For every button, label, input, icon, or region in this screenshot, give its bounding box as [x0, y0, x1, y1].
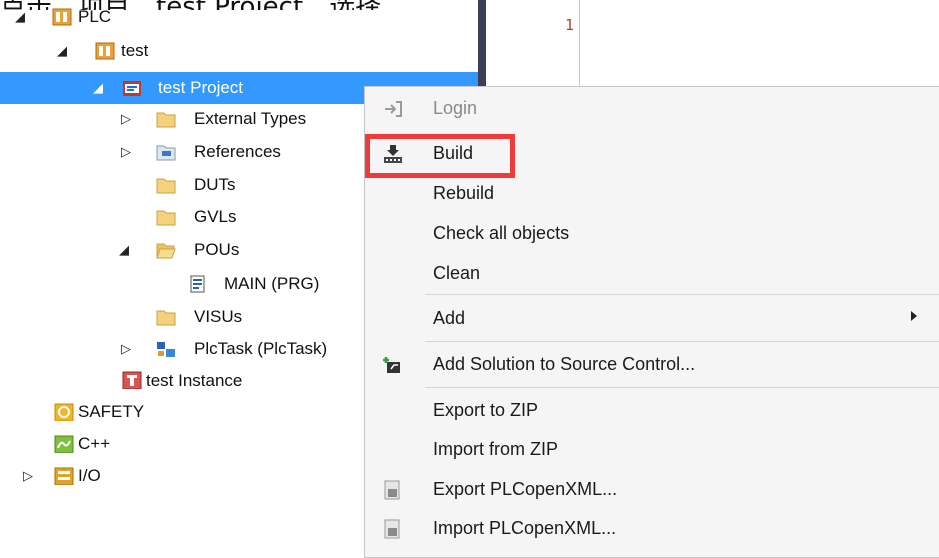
code-editor[interactable] [486, 0, 939, 100]
tree-item-label: test Instance [146, 371, 243, 390]
menu-item-add[interactable]: Add [365, 299, 939, 337]
tree-item-label: MAIN (PRG) [224, 274, 320, 293]
gutter-divider [579, 0, 580, 90]
tree-item-plc[interactable]: ◢ PLC [0, 2, 470, 32]
tree-item-label: DUTs [194, 175, 236, 194]
folder-icon [156, 210, 176, 226]
menu-item-label: Check all objects [433, 223, 570, 243]
menu-item-add-solution-source-control[interactable]: Add Solution to Source Control... [365, 345, 939, 383]
tree-item-label: SAFETY [78, 402, 145, 421]
menu-separator [425, 387, 939, 388]
folder-icon [156, 112, 176, 128]
menu-item-export-zip[interactable]: Export to ZIP [365, 391, 939, 429]
menu-item-label: Rebuild [433, 183, 495, 203]
expanded-arrow-icon[interactable]: ◢ [90, 80, 106, 96]
menu-item-label: Import from ZIP [433, 439, 559, 459]
tree-item-label: External Types [194, 109, 307, 128]
build-highlight-box [365, 134, 515, 178]
expanded-arrow-icon[interactable]: ◢ [116, 242, 132, 258]
menu-item-label: Export PLCopenXML... [433, 479, 618, 499]
tree-item-label: References [194, 142, 281, 161]
tree-item-label: PlcTask (PlcTask) [194, 339, 328, 358]
folder-icon [156, 178, 176, 194]
menu-item-import-plcopenxml[interactable]: Import PLCopenXML... [365, 509, 939, 547]
menu-item-login[interactable]: Login [365, 89, 939, 127]
menu-item-rebuild[interactable]: Rebuild [365, 174, 939, 212]
project-icon [123, 81, 141, 96]
line-number: 1 [565, 16, 575, 34]
menu-item-label: Add [433, 308, 466, 328]
references-icon [156, 145, 176, 161]
folder-icon [156, 310, 176, 326]
menu-item-label: Login [433, 98, 478, 118]
tree-item-label: test [121, 41, 149, 60]
tree-item-label: GVLs [194, 207, 237, 226]
source-control-icon [383, 357, 400, 373]
menu-separator [425, 341, 939, 342]
login-icon [385, 101, 402, 117]
menu-item-clean[interactable]: Clean [365, 254, 939, 292]
menu-item-export-plcopenxml[interactable]: Export PLCopenXML... [365, 470, 939, 508]
xml-export-icon [384, 480, 400, 500]
tree-item-label: I/O [78, 466, 101, 485]
menu-item-check-all[interactable]: Check all objects [365, 214, 939, 252]
tree-item-label: test Project [158, 78, 244, 97]
open-folder-icon [156, 243, 176, 259]
menu-separator [425, 294, 939, 295]
tree-item-label: C++ [78, 434, 111, 453]
collapsed-arrow-icon[interactable]: ▷ [20, 468, 36, 484]
tree-item-test[interactable]: ◢ test [0, 36, 470, 66]
collapsed-arrow-icon[interactable]: ▷ [118, 111, 134, 127]
tree-item-label: PLC [78, 7, 112, 26]
safety-icon [54, 403, 74, 421]
tree-item-label: VISUs [194, 307, 243, 326]
submenu-arrow-icon [911, 311, 917, 321]
task-icon [157, 342, 175, 357]
menu-item-label: Add Solution to Source Control... [433, 354, 696, 374]
menu-item-label: Export to ZIP [433, 400, 539, 420]
plc-icon [52, 8, 72, 26]
menu-item-import-zip[interactable]: Import from ZIP [365, 430, 939, 468]
tree-item-label: POUs [194, 240, 240, 259]
menu-item-label: Import PLCopenXML... [433, 518, 617, 538]
collapsed-arrow-icon[interactable]: ▷ [118, 144, 134, 160]
program-icon [190, 275, 205, 293]
cpp-icon [54, 435, 74, 453]
xml-import-icon [384, 519, 400, 539]
expanded-arrow-icon[interactable]: ◢ [54, 43, 70, 59]
plc-project-icon [95, 42, 115, 60]
menu-item-label: Clean [433, 263, 481, 283]
collapsed-arrow-icon[interactable]: ▷ [118, 341, 134, 357]
instance-icon [122, 371, 142, 389]
expanded-arrow-icon[interactable]: ◢ [12, 9, 28, 25]
io-icon [54, 467, 74, 485]
